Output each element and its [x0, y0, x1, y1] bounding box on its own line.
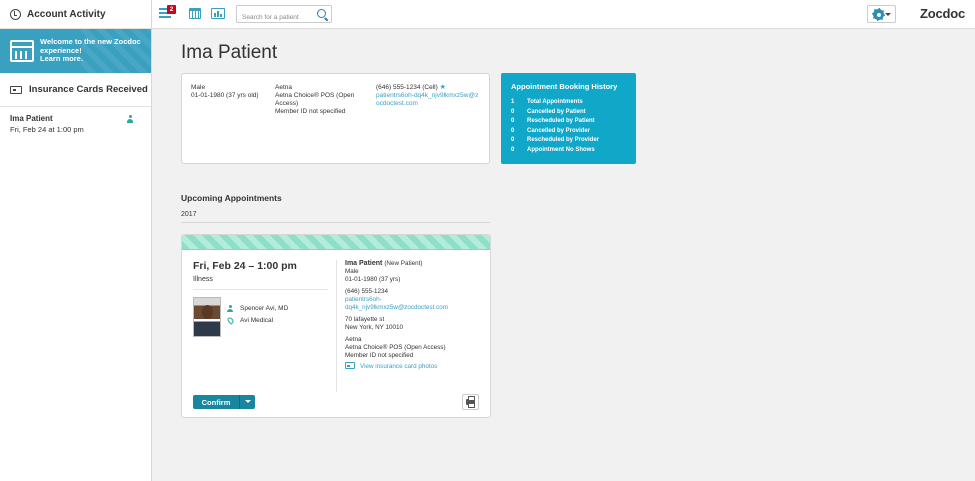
gear-icon [872, 8, 885, 21]
history-count: 0 [511, 118, 515, 125]
appointment-datetime: Fri, Feb 24 – 1:00 pm [193, 260, 297, 272]
appt-address-1: 70 lafayette st [345, 316, 385, 323]
welcome-text: Welcome to the new Zocdoc experience! Le… [40, 38, 141, 64]
divider [181, 222, 490, 223]
appointment-reason: Illness [193, 276, 328, 290]
history-row: 1 Total Appointments [511, 98, 626, 108]
settings-dropdown-button[interactable] [867, 5, 896, 23]
alarm-clock-icon [10, 8, 21, 20]
list-item[interactable]: Ima Patient Fri, Feb 24 at 1:00 pm [0, 107, 151, 141]
appt-dob: 01-01-1980 (37 yrs) [345, 276, 401, 283]
column-divider [336, 260, 337, 392]
appt-email-line-1[interactable]: patientrs6oh- [345, 296, 485, 304]
star-icon: ★ [439, 84, 446, 91]
history-row: 0 Rescheduled by Patient [511, 117, 626, 127]
patient-info-card: Male 01-01-1980 (37 yrs old) Aetna Aetna… [181, 73, 490, 164]
bar-chart-icon[interactable] [211, 8, 225, 19]
history-count: 0 [511, 127, 515, 134]
appt-patient-name: Ima Patient [345, 260, 383, 267]
appt-email-line-2[interactable]: dq4k_njv9lkmxz5w@zocdoctest.com [345, 304, 485, 312]
print-button[interactable] [462, 394, 479, 410]
history-count: 0 [511, 137, 515, 144]
history-row: 0 Cancelled by Patient [511, 108, 626, 118]
calendar-icon [10, 40, 34, 62]
list-item-time: Fri, Feb 24 at 1:00 pm [10, 125, 84, 134]
appt-gender: Male [345, 268, 359, 275]
topbar: 2 Zocdoc [152, 0, 975, 29]
history-count: 0 [511, 108, 515, 115]
appt-address-2: New York, NY 10010 [345, 324, 403, 331]
confirm-button[interactable]: Confirm [193, 395, 255, 409]
search-icon[interactable] [317, 9, 326, 18]
list-item-name: Ima Patient [10, 114, 53, 123]
history-label: Rescheduled by Patient [527, 118, 595, 125]
calendar-icon[interactable] [189, 8, 201, 19]
member-id: Member ID not specified [275, 108, 346, 115]
history-count: 1 [511, 99, 515, 105]
confirm-dropdown-toggle[interactable] [239, 395, 255, 409]
patient-status: (New Patient) [384, 260, 423, 267]
insurance-cards-title: Insurance Cards Received [29, 84, 148, 95]
printer-icon [466, 396, 475, 408]
insurance-plan: Aetna Choice® POS (Open Access) [275, 92, 355, 107]
year-label: 2017 [181, 211, 197, 218]
patient-gender: Male [191, 84, 206, 91]
patient-phone: (646) 555-1234 (Cell) [376, 84, 438, 91]
patient-email-link[interactable]: patientrs6oh-dq4k_njv9lkmxz5w@zocdoctest… [376, 92, 481, 108]
appt-plan: Aetna Choice® POS (Open Access) [345, 344, 446, 351]
history-row: 0 Appointment No Shows [511, 146, 626, 156]
welcome-banner[interactable]: Welcome to the new Zocdoc experience! Le… [0, 29, 151, 73]
main-content: Ima Patient Male 01-01-1980 (37 yrs old)… [152, 29, 975, 481]
view-insurance-photos-label: View insurance card photos [360, 363, 438, 370]
caret-down-icon [885, 13, 891, 16]
appt-phone: (646) 555-1234 [345, 288, 389, 295]
patient-search [236, 5, 332, 26]
confirm-label: Confirm [201, 397, 231, 407]
person-icon [227, 305, 233, 312]
doctor-name: Spencer Avi, MD [240, 305, 289, 312]
app: Account Activity Welcome to the new Zocd… [0, 0, 975, 481]
sidebar: Account Activity Welcome to the new Zocd… [0, 0, 152, 481]
account-activity-header: Account Activity [0, 0, 151, 29]
appointment-status-stripe [182, 235, 490, 250]
doctor-avatar [193, 297, 221, 337]
search-input[interactable] [237, 9, 313, 26]
appt-insurer: Aetna [345, 336, 362, 343]
history-row: 0 Rescheduled by Provider [511, 136, 626, 146]
history-count: 0 [511, 146, 515, 153]
history-label: Total Appointments [527, 99, 583, 105]
insurance-info: Aetna Aetna Choice® POS (Open Access) Me… [275, 84, 367, 116]
upcoming-appointments-title: Upcoming Appointments [181, 193, 282, 203]
history-label: Cancelled by Provider [527, 127, 591, 134]
doctor-line: Spencer Avi, MD [227, 305, 288, 312]
appointment-patient-info: Ima Patient (New Patient) Male 01-01-198… [345, 260, 485, 371]
view-insurance-photos-link[interactable]: View insurance card photos [345, 362, 485, 371]
location-pin-icon [226, 316, 235, 325]
history-label: Cancelled by Patient [527, 108, 586, 115]
practice-name: Avi Medical [240, 317, 274, 324]
id-card-icon [10, 85, 22, 94]
appointment-details: Fri, Feb 24 – 1:00 pm Illness Spencer Av… [193, 260, 328, 337]
account-activity-title: Account Activity [27, 8, 106, 20]
insurance-card-icon [345, 362, 355, 369]
history-label: Rescheduled by Provider [527, 137, 600, 144]
booking-history-panel: Appointment Booking History 1 Total Appoi… [501, 73, 636, 164]
person-icon [127, 115, 133, 123]
practice-line: Avi Medical [226, 316, 274, 325]
booking-history-title: Appointment Booking History [511, 82, 618, 91]
appointment-card: Fri, Feb 24 – 1:00 pm Illness Spencer Av… [181, 234, 491, 418]
contact-info: (646) 555-1234 (Cell) ★ patientrs6oh-dq4… [376, 84, 481, 108]
page-title: Ima Patient [181, 42, 278, 63]
insurance-cards-section: Insurance Cards Received [0, 73, 151, 107]
appt-member-id: Member ID not specified [345, 352, 414, 359]
history-label: Appointment No Shows [527, 146, 595, 153]
demographics: Male 01-01-1980 (37 yrs old) [191, 84, 259, 100]
zocdoc-logo[interactable]: Zocdoc [920, 6, 965, 21]
notification-badge: 2 [167, 5, 176, 14]
insurer: Aetna [275, 84, 292, 91]
patient-dob: 01-01-1980 (37 yrs old) [191, 92, 259, 99]
learn-more-link[interactable]: Learn more. [40, 55, 141, 64]
history-row: 0 Cancelled by Provider [511, 127, 626, 137]
